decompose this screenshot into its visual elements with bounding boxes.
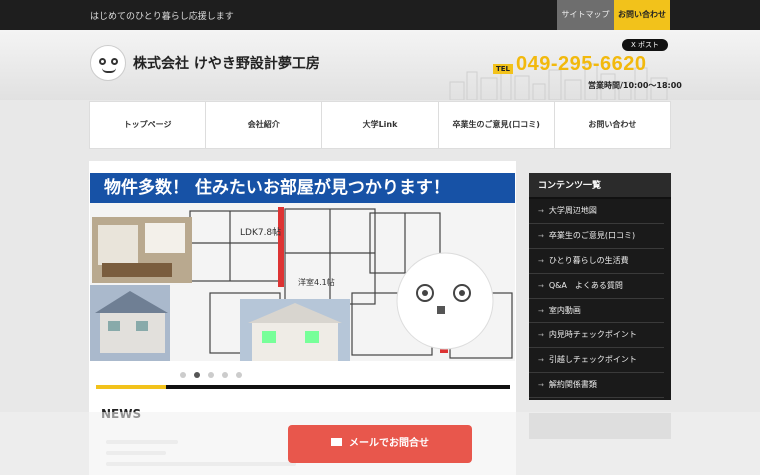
sidebar-item-cancel-docs[interactable]: → 解約関係書類	[529, 373, 664, 399]
arrow-right-icon: →	[538, 331, 544, 340]
hero-slider[interactable]: LDK7.8帖 洋室4.1帖 物件多数！ 住みたいお部屋が見つかります！	[90, 173, 515, 361]
nav-item-top[interactable]: トップページ	[90, 102, 207, 148]
arrow-right-icon: →	[538, 231, 544, 240]
sidebar-title: コンテンツ一覧	[529, 173, 671, 199]
sidebar-item-living-cost[interactable]: → ひとり暮らしの生活費	[529, 249, 664, 274]
company-name[interactable]: 株式会社 けやき野設計夢工房	[133, 53, 320, 73]
tel-badge: TEL	[493, 64, 513, 74]
slider-dots	[180, 372, 242, 378]
sidebar-item-label: 引越しチェックポイント	[548, 355, 637, 365]
mail-contact-button[interactable]: メールでお問合せ	[288, 425, 472, 463]
slider-dot-3[interactable]	[208, 372, 214, 378]
sidebar-item-label: 室内動画	[548, 305, 581, 315]
news-blur-line	[106, 462, 296, 466]
sitemap-link[interactable]: サイトマップ	[557, 0, 614, 30]
sidebar-item-label: Q&A よくある質問	[548, 280, 623, 290]
arrow-right-icon: →	[538, 207, 544, 215]
sidebar-item-moving-check[interactable]: → 引越しチェックポイント	[529, 348, 664, 374]
arrow-right-icon: →	[538, 281, 544, 290]
sidebar-item-label: 解約関係書類	[548, 380, 597, 390]
business-hours: 営業時間/10:00～18:00	[588, 81, 682, 90]
slider-dot-4[interactable]	[222, 372, 228, 378]
sidebar-item-label: 卒業生のご意見(口コミ)	[548, 230, 636, 240]
nav-item-university[interactable]: 大学Link	[322, 102, 439, 148]
mail-contact-label: メールでお問合せ	[349, 438, 429, 449]
nav-item-contact[interactable]: お問い合わせ	[555, 102, 670, 148]
arrow-right-icon: →	[538, 381, 544, 390]
svg-text:LDK7.8帖: LDK7.8帖	[240, 226, 281, 238]
hero-banner: 物件多数！ 住みたいお部屋が見つかります！	[90, 173, 515, 203]
arrow-right-icon: →	[538, 256, 544, 265]
sidebar-item-label: ひとり暮らしの生活費	[548, 255, 629, 265]
arrow-right-icon: →	[538, 306, 544, 315]
sidebar-item-faq[interactable]: → Q&A よくある質問	[529, 274, 664, 299]
x-post-button[interactable]: X ポスト	[622, 39, 668, 51]
logo-mouth	[102, 68, 116, 73]
sidebar-blurred-section	[529, 413, 671, 439]
logo-face-icon[interactable]	[90, 45, 126, 81]
slider-dot-1[interactable]	[180, 372, 186, 378]
global-nav: トップページ 会社紹介 大学Link 卒業生のご意見(口コミ) お問い合わせ	[89, 101, 671, 149]
sidebar-item-label: 大学周辺地図	[548, 206, 597, 215]
svg-text:洋室4.1帖: 洋室4.1帖	[298, 277, 335, 287]
slider-dot-5[interactable]	[236, 372, 242, 378]
arrow-right-icon: →	[538, 356, 544, 365]
sidebar-item-label: 内見時チェックポイント	[548, 330, 637, 340]
news-blur-line	[106, 451, 166, 455]
logo-eye-left	[99, 58, 106, 65]
contact-top-link[interactable]: お問い合わせ	[614, 0, 670, 30]
phone-number[interactable]: 049-295-6620	[516, 53, 647, 76]
nav-item-company[interactable]: 会社紹介	[206, 102, 323, 148]
slider-progress-fill	[96, 385, 166, 389]
slider-dot-2[interactable]	[194, 372, 200, 378]
sidebar-item-map[interactable]: → 大学周辺地図	[529, 199, 664, 224]
slider-progress-bar	[96, 385, 510, 389]
news-blur-line	[106, 440, 178, 444]
tagline: はじめてのひとり暮らし応援します	[90, 12, 234, 22]
nav-item-reviews[interactable]: 卒業生のご意見(口コミ)	[439, 102, 555, 148]
sidebar-item-reviews[interactable]: → 卒業生のご意見(口コミ)	[529, 224, 664, 249]
content-sidebar: コンテンツ一覧 → 大学周辺地図 → 卒業生のご意見(口コミ) → ひとり暮らしの生活…	[529, 173, 671, 400]
sidebar-item-viewing-check[interactable]: → 内見時チェックポイント	[529, 323, 664, 349]
news-heading: NEWS	[101, 407, 142, 421]
sidebar-item-room-video[interactable]: → 室内動画	[529, 299, 664, 324]
envelope-icon	[331, 438, 342, 446]
logo-eye-right	[111, 58, 118, 65]
